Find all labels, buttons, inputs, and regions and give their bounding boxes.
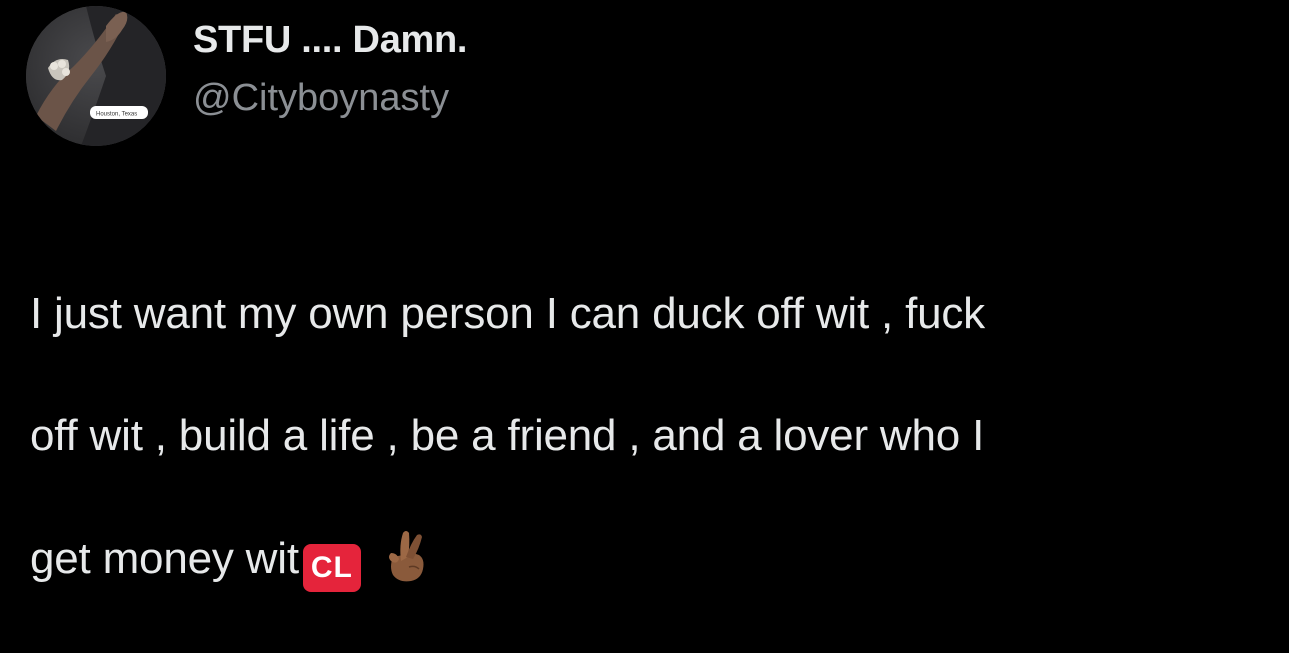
author-block: STFU .... Damn. @Cityboynasty xyxy=(193,14,468,124)
avatar-location-label: Houston, Texas xyxy=(96,112,137,118)
crossed-fingers-emoji xyxy=(388,531,424,582)
tweet-text-line: I just want my own person I can duck off… xyxy=(30,289,985,338)
tweet-text-line-last: get money wit CL xyxy=(30,527,1250,592)
user-handle[interactable]: @Cityboynasty xyxy=(193,72,467,124)
tweet-text-line: off wit , build a life , be a friend , a… xyxy=(30,411,985,460)
avatar-image: Houston, Texas xyxy=(26,6,166,146)
cl-button-emoji: CL xyxy=(302,544,361,592)
tweet-text: I just want my own person I can duck off… xyxy=(30,222,1250,653)
display-name[interactable]: STFU .... Damn. xyxy=(193,14,468,66)
avatar[interactable]: Houston, Texas xyxy=(26,6,166,146)
tweet: Houston, Texas STFU .... Damn. @Cityboyn… xyxy=(0,0,1289,592)
tweet-text-fragment: get money wit xyxy=(30,534,299,583)
